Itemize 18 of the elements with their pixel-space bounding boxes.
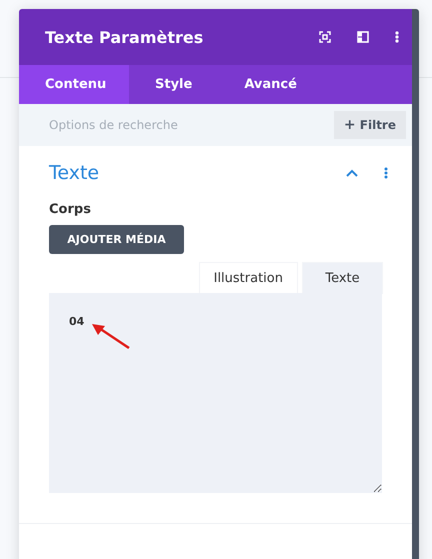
split-view-icon[interactable] (357, 31, 369, 43)
editor-tab[interactable]: Illustration (200, 263, 297, 293)
filter-button[interactable]: + Filtre (334, 104, 412, 146)
collapse-icon[interactable] (346, 169, 358, 177)
annotation-arrow (91, 323, 131, 350)
section-title[interactable]: Texte (49, 162, 100, 184)
more-options-icon[interactable] (395, 31, 399, 43)
search-field[interactable]: Options de recherche (19, 104, 334, 146)
editor-tab[interactable]: Texte (303, 263, 382, 293)
more-options-icon[interactable] (384, 167, 388, 179)
window-title: Texte Paramètres (45, 28, 204, 46)
tab[interactable]: Avancé (218, 65, 323, 104)
text-editor-field[interactable]: 04 (49, 293, 382, 493)
field-label: Corps (49, 202, 92, 217)
fullscreen-icon[interactable] (319, 31, 331, 43)
add-media-button[interactable]: AJOUTER MÉDIA (49, 225, 184, 254)
tab[interactable]: Contenu (19, 65, 129, 104)
tab[interactable]: Style (129, 65, 218, 104)
